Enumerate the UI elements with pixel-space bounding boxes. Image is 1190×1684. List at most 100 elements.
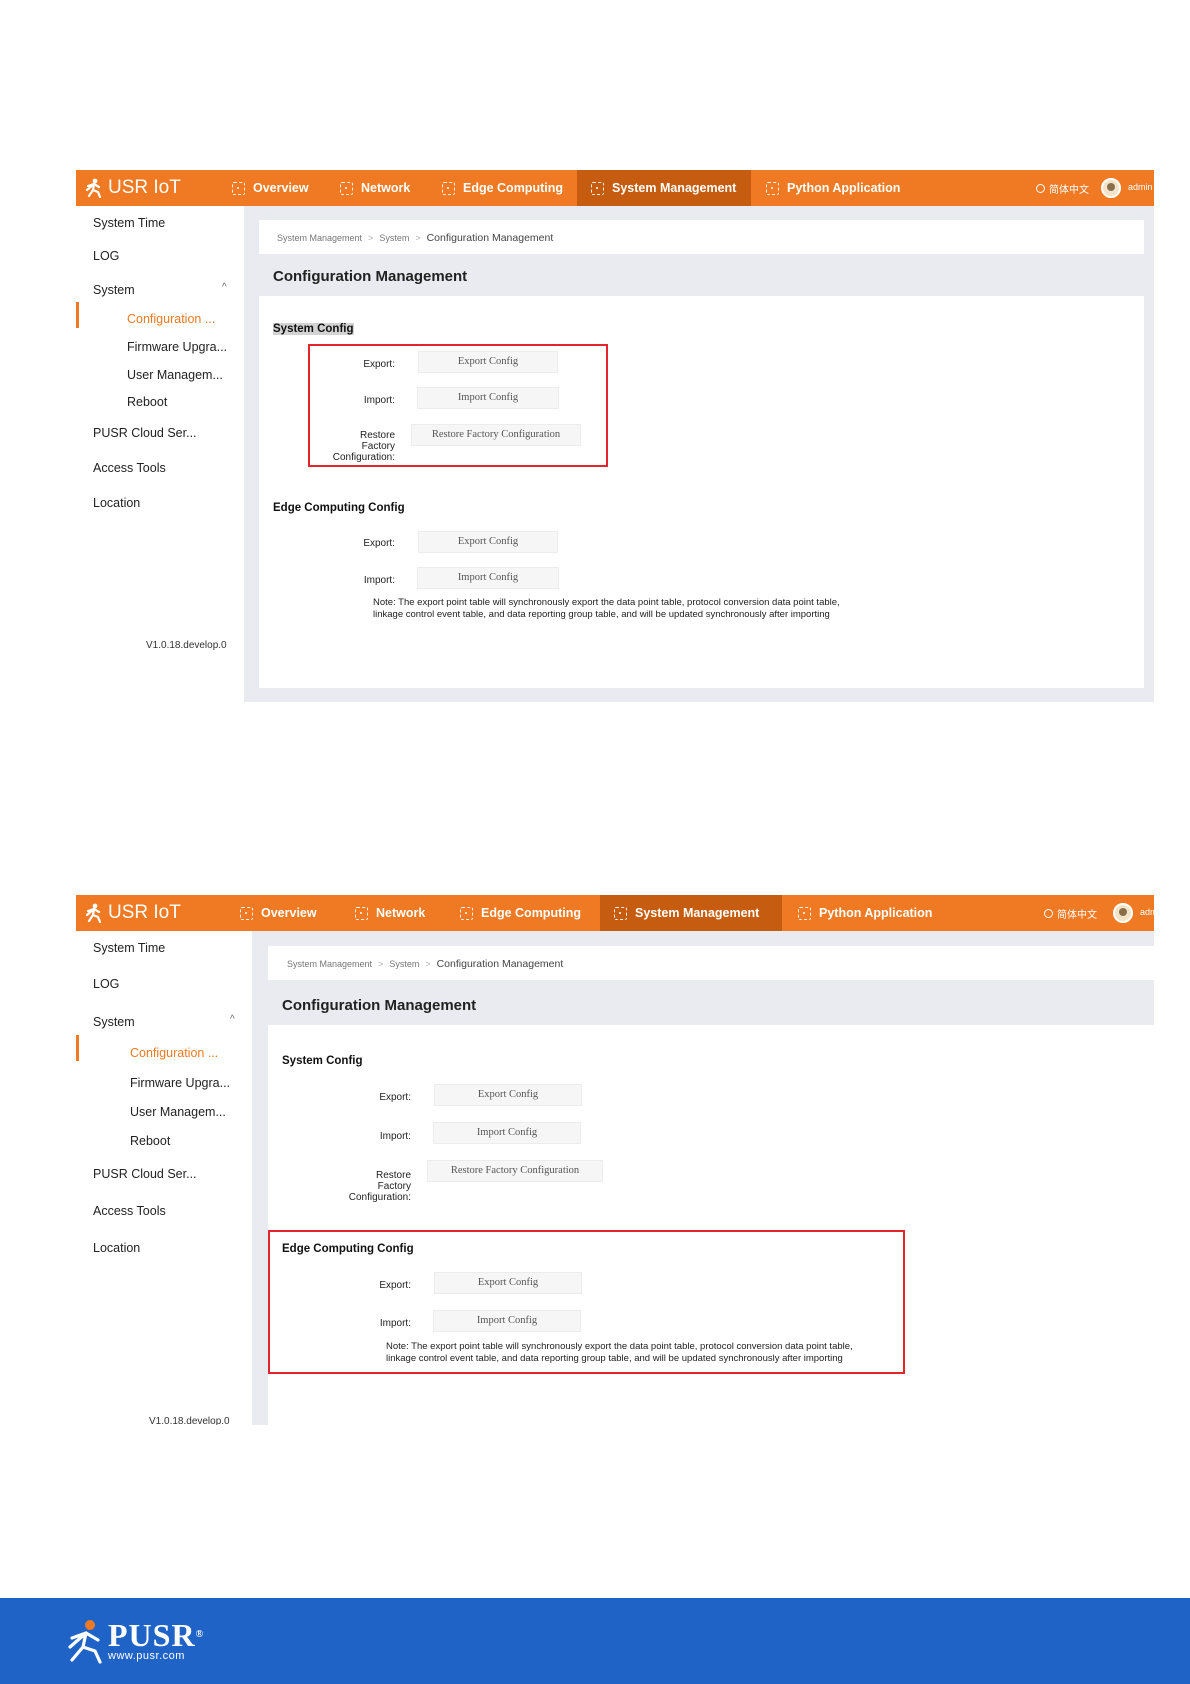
chevron-up-icon[interactable]: ^ [230,1014,235,1025]
sidebar-item-firmware[interactable]: Firmware Upgra... [130,1076,230,1090]
breadcrumb-current: Configuration Management [436,958,564,970]
restore-factory-button[interactable]: Restore Factory Configuration [427,1160,603,1182]
sidebar-item-access-tools[interactable]: Access Tools [93,1204,166,1218]
nav-system-management-label: System Management [612,181,737,195]
sidebar-item-system[interactable]: System [93,1015,135,1029]
export-label: Export: [379,1092,411,1103]
sidebar-item-firmware[interactable]: Firmware Upgra... [127,340,227,354]
sidebar-item-configuration[interactable]: Configuration ... [130,1046,218,1060]
nav-overview[interactable]: Overview [218,170,323,206]
edge-computing-icon [442,181,455,195]
highlight-box [268,1230,905,1374]
globe-icon [1044,909,1053,918]
export-config-button[interactable]: Export Config [434,1084,582,1106]
pusr-runner-icon [68,1620,102,1664]
sidebar-item-pusr-cloud[interactable]: PUSR Cloud Ser... [93,1167,197,1181]
edge-import-label: Import: [363,575,395,586]
avatar[interactable] [1101,178,1121,198]
nav-python-application[interactable]: Python Application [752,170,914,206]
active-indicator [76,302,79,328]
sidebar-item-reboot[interactable]: Reboot [130,1134,170,1148]
nav-edge-computing[interactable]: Edge Computing [428,170,577,206]
active-indicator [76,1035,79,1061]
breadcrumb-system[interactable]: System [379,233,409,243]
sidebar-item-location[interactable]: Location [93,496,140,510]
nav-system-management[interactable]: System Management [600,895,782,931]
sidebar-item-system-time[interactable]: System Time [93,216,165,230]
content-panel: System Config Export: Export Config Impo… [268,1025,1154,1425]
sidebar-item-configuration[interactable]: Configuration ... [127,312,215,326]
brand-name: USR IoT [108,177,181,198]
pusr-logo: PUSR® www.pusr.com [64,1618,204,1664]
breadcrumb-current: Configuration Management [426,232,554,244]
restore-label-line1: Restore [375,1170,411,1181]
breadcrumb-system-management[interactable]: System Management [277,233,362,243]
nav-overview-label: Overview [253,181,309,195]
brand-logo[interactable]: USR IoT [84,176,181,200]
nav-python-application[interactable]: Python Application [784,895,946,931]
nav-edge-computing[interactable]: Edge Computing [446,895,595,931]
network-icon [355,906,368,920]
nav-system-management[interactable]: System Management [577,170,751,206]
import-config-button[interactable]: Import Config [433,1122,581,1144]
nav-overview-label: Overview [261,906,317,920]
sidebar: System Time LOG System ^ Configuration .… [76,206,244,702]
sidebar-item-location[interactable]: Location [93,1241,140,1255]
version-label: V1.0.18.develop.0 [149,1416,230,1425]
language-switch[interactable]: 简体中文 [1036,181,1089,196]
usr-runner-icon [85,178,102,198]
sidebar-item-system-time[interactable]: System Time [93,941,165,955]
edge-import-config-button[interactable]: Import Config [417,567,559,589]
screenshot-1: USR IoT Overview Network Edge Computing … [76,170,1154,702]
nav-network[interactable]: Network [326,170,424,206]
user-name[interactable]: admin [1128,182,1153,192]
top-nav-bar: USR IoT Overview Network Edge Computing … [76,170,1154,206]
highlight-box [308,344,608,467]
breadcrumb-system-management[interactable]: System Management [287,959,372,969]
breadcrumb-separator-icon: > [415,233,421,243]
sidebar-item-user-management[interactable]: User Managem... [130,1105,226,1119]
breadcrumb-system[interactable]: System [389,959,419,969]
brand-logo[interactable]: USR IoT [84,901,181,925]
breadcrumb-separator-icon: > [425,959,431,969]
nav-network-label: Network [376,906,426,920]
sidebar-item-system[interactable]: System [93,283,135,297]
language-label: 简体中文 [1057,910,1097,921]
language-switch[interactable]: 简体中文 [1044,906,1097,921]
globe-icon [1036,184,1045,193]
edge-export-label: Export: [363,538,395,549]
edge-computing-icon [460,906,473,920]
chevron-up-icon[interactable]: ^ [222,282,227,293]
sidebar-item-reboot[interactable]: Reboot [127,395,167,409]
pusr-logo-text: PUSR [108,1616,196,1653]
edge-note-line1: Note: The export point table will synchr… [373,597,840,608]
edge-export-config-button[interactable]: Export Config [418,531,558,553]
system-management-icon [591,181,604,195]
pusr-wordmark: PUSR® www.pusr.com [108,1616,205,1663]
breadcrumb: System Management > System > Configuration M… [268,946,1154,980]
breadcrumb: System Management > System > Configuration M… [259,220,1144,254]
version-label: V1.0.18.develop.0 [146,640,227,651]
system-management-icon [614,906,627,920]
nav-network[interactable]: Network [341,895,439,931]
sidebar: System Time LOG System ^ Configuration .… [76,931,252,1425]
sidebar-item-pusr-cloud[interactable]: PUSR Cloud Ser... [93,426,197,440]
avatar[interactable] [1113,903,1133,923]
registered-mark: ® [195,1628,205,1640]
system-config-heading: System Config [273,323,354,335]
sidebar-item-user-management[interactable]: User Managem... [127,368,223,382]
nav-overview[interactable]: Overview [226,895,331,931]
nav-system-management-label: System Management [635,906,760,920]
nav-edge-computing-label: Edge Computing [463,181,563,195]
breadcrumb-trail: System Management > System > Configuration M… [287,958,563,970]
sidebar-item-access-tools[interactable]: Access Tools [93,461,166,475]
import-label: Import: [379,1131,411,1142]
edge-note: Note: The export point table will synchr… [373,597,840,620]
python-application-icon [798,906,811,920]
user-name[interactable]: admin [1140,907,1154,917]
sidebar-item-log[interactable]: LOG [93,977,119,991]
sidebar-item-log[interactable]: LOG [93,249,119,263]
network-icon [340,181,353,195]
breadcrumb-separator-icon: > [378,959,384,969]
breadcrumb-trail: System Management > System > Configuration M… [277,232,553,244]
